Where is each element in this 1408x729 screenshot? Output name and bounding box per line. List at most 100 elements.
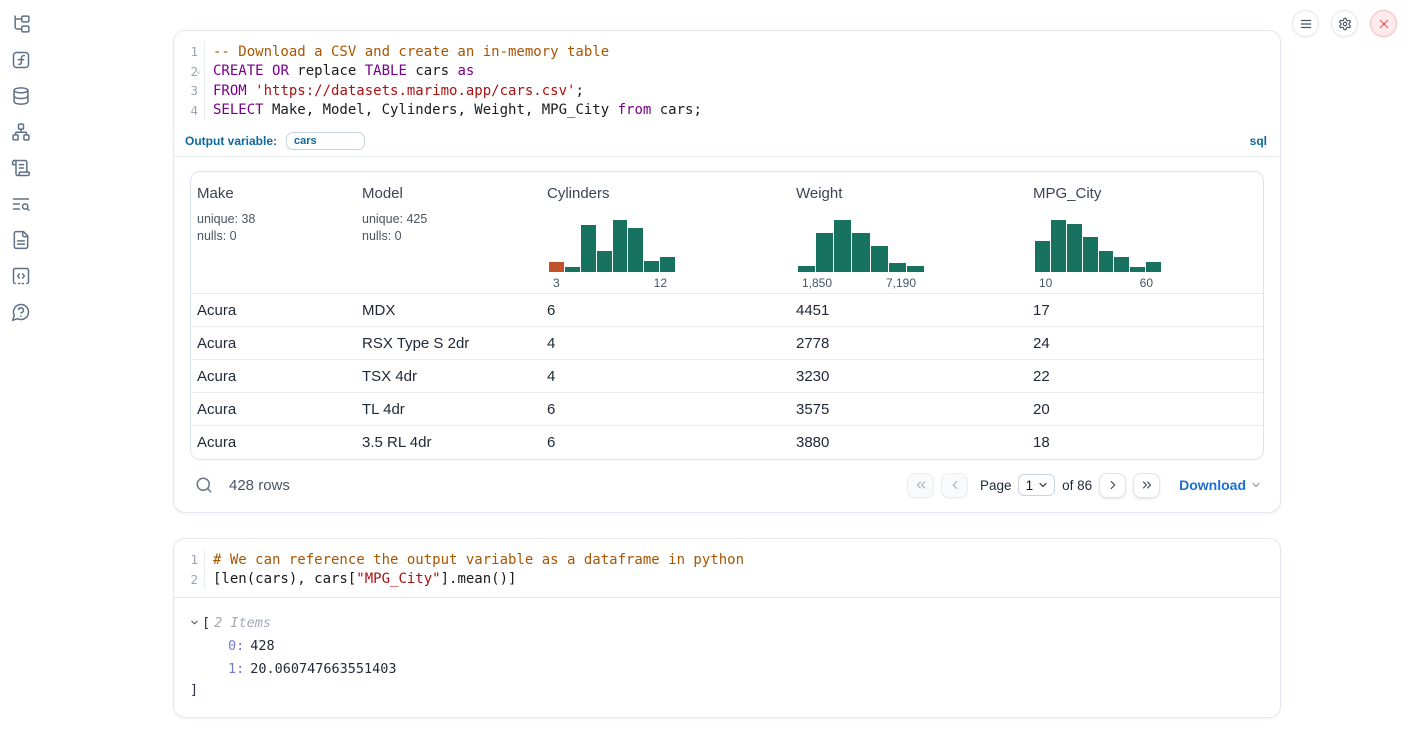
column-stats: unique: 425nulls: 0 xyxy=(362,211,541,244)
scratchpad-scroll-icon[interactable] xyxy=(11,158,31,178)
output-variable-row: Output variable: sql xyxy=(174,128,1280,156)
histogram-min-label: 3 xyxy=(553,276,560,290)
histogram-labels: 1,8507,190 xyxy=(798,272,924,293)
code-token: ; xyxy=(575,83,583,99)
page-select-value: 1 xyxy=(1026,478,1034,493)
documentation-file-icon[interactable] xyxy=(11,230,31,250)
settings-button[interactable] xyxy=(1331,10,1358,37)
last-page-button[interactable] xyxy=(1133,473,1160,498)
chevron-down-icon[interactable] xyxy=(189,617,201,629)
column-stat: nulls: 0 xyxy=(362,228,541,245)
code-token: FROM xyxy=(213,83,247,99)
code-text: # We can reference the output variable a… xyxy=(205,552,744,568)
gear-icon xyxy=(1338,17,1352,31)
top-right-controls xyxy=(1292,10,1397,37)
histogram-bars xyxy=(549,220,675,272)
fold-chevron-icon[interactable]: ⌄ xyxy=(196,66,201,75)
tree-entry-key: 0: xyxy=(228,638,244,654)
code-line: 1 # We can reference the output variable … xyxy=(174,550,1280,570)
code-line: 2⌄CREATE OR replace TABLE cars as xyxy=(174,62,1280,82)
table-footer: 428 rows Page 1 of 86 Download xyxy=(190,471,1264,499)
table-row[interactable]: AcuraTL 4dr6357520 xyxy=(191,393,1263,426)
table-cell: Acura xyxy=(191,368,356,385)
close-button[interactable] xyxy=(1370,10,1397,37)
code-token: cars xyxy=(407,63,458,79)
histogram-bar xyxy=(1035,241,1050,272)
next-page-button[interactable] xyxy=(1099,473,1126,498)
datasources-database-icon[interactable] xyxy=(11,86,31,106)
chevron-down-icon xyxy=(1250,479,1262,491)
column-name: Model xyxy=(362,185,541,202)
table-cell: 2778 xyxy=(790,335,1027,352)
table-row[interactable]: AcuraMDX6445117 xyxy=(191,294,1263,327)
first-page-button[interactable] xyxy=(907,473,934,498)
table-cell: Acura xyxy=(191,401,356,418)
table-cell: 3880 xyxy=(790,434,1027,451)
column-header-make[interactable]: Makeunique: 38nulls: 0 xyxy=(191,185,356,293)
table-cell: TL 4dr xyxy=(356,401,541,418)
sql-output-area: Makeunique: 38nulls: 0 Model unique: 425nu… xyxy=(174,157,1280,512)
download-button[interactable]: Download xyxy=(1179,477,1262,493)
tree-entry: 1:20.060747663551403 xyxy=(189,661,1264,677)
variables-function-icon[interactable] xyxy=(11,50,31,70)
prev-page-button[interactable] xyxy=(941,473,968,498)
table-header: Makeunique: 38nulls: 0 Model unique: 425nu… xyxy=(191,172,1263,294)
file-explorer-tree-icon[interactable] xyxy=(11,14,31,34)
table-cell: 3.5 RL 4dr xyxy=(356,434,541,451)
histogram-bar xyxy=(852,233,869,272)
table-row[interactable]: Acura3.5 RL 4dr6388018 xyxy=(191,426,1263,459)
sql-code-editor[interactable]: 1-- Download a CSV and create an in-memo… xyxy=(174,31,1280,128)
snippets-code-icon[interactable] xyxy=(11,266,31,286)
code-token xyxy=(247,83,255,99)
menu-button[interactable] xyxy=(1292,10,1319,37)
code-line: 1-- Download a CSV and create an in-memo… xyxy=(174,42,1280,62)
histogram-labels: 1060 xyxy=(1035,272,1161,293)
histogram-min-label: 1,850 xyxy=(802,276,832,290)
tree-close-bracket: ] xyxy=(189,683,1264,697)
table-row[interactable]: AcuraRSX Type S 2dr4277824 xyxy=(191,327,1263,360)
table-body: AcuraMDX6445117AcuraRSX Type S 2dr427782… xyxy=(191,294,1263,459)
histogram-max-label: 60 xyxy=(1140,276,1153,290)
table-cell: 18 xyxy=(1027,434,1263,451)
table-cell: 4 xyxy=(541,335,790,352)
logs-search-icon[interactable] xyxy=(11,194,31,214)
column-header-mpg_city[interactable]: MPG_City1060 xyxy=(1027,185,1263,293)
left-sidebar xyxy=(0,14,42,322)
column-stats: unique: 38nulls: 0 xyxy=(197,211,356,244)
table-row[interactable]: AcuraTSX 4dr4323022 xyxy=(191,360,1263,393)
table-cell: 3575 xyxy=(790,401,1027,418)
help-chat-icon[interactable] xyxy=(11,302,31,322)
line-number: 4 xyxy=(174,103,198,118)
table-cell: 22 xyxy=(1027,368,1263,385)
line-number: 1 xyxy=(174,552,198,567)
column-header-weight[interactable]: Weight1,8507,190 xyxy=(790,185,1027,293)
row-count-label: 428 rows xyxy=(229,477,290,494)
column-header-model[interactable]: Model unique: 425nulls: 0 xyxy=(356,185,541,293)
gutter xyxy=(198,570,205,590)
close-icon xyxy=(1377,17,1391,31)
code-token: cars; xyxy=(651,102,702,118)
table-cell: 6 xyxy=(541,302,790,319)
code-token: Make, Model, Cylinders, Weight, MPG_City xyxy=(264,102,618,118)
code-token: [len(cars), cars[ xyxy=(213,571,356,587)
page-select[interactable]: 1 xyxy=(1018,474,1056,496)
search-icon[interactable] xyxy=(195,476,213,494)
language-badge[interactable]: sql xyxy=(1250,134,1267,148)
histogram-bar xyxy=(1083,237,1098,272)
dependency-graph-icon[interactable] xyxy=(11,122,31,142)
code-line: 3FROM 'https://datasets.marimo.app/cars.… xyxy=(174,81,1280,101)
gutter xyxy=(198,550,205,570)
python-output-tree: [ 2 Items 0:4281:20.060747663551403 ] xyxy=(174,598,1280,717)
tree-entries: 0:4281:20.060747663551403 xyxy=(189,638,1264,677)
pagination: Page 1 of 86 Download xyxy=(900,473,1262,498)
data-table: Makeunique: 38nulls: 0 Model unique: 425nu… xyxy=(190,171,1264,460)
column-header-cylinders[interactable]: Cylinders312 xyxy=(541,185,790,293)
histogram-bar xyxy=(1051,220,1066,272)
page-label: Page xyxy=(980,478,1012,493)
histogram-bar xyxy=(889,263,906,272)
line-number: 2 xyxy=(174,64,198,79)
code-line: 4SELECT Make, Model, Cylinders, Weight, … xyxy=(174,101,1280,121)
output-variable-input[interactable] xyxy=(286,132,365,150)
python-code-editor[interactable]: 1 # We can reference the output variable … xyxy=(174,539,1280,597)
table-cell: 24 xyxy=(1027,335,1263,352)
